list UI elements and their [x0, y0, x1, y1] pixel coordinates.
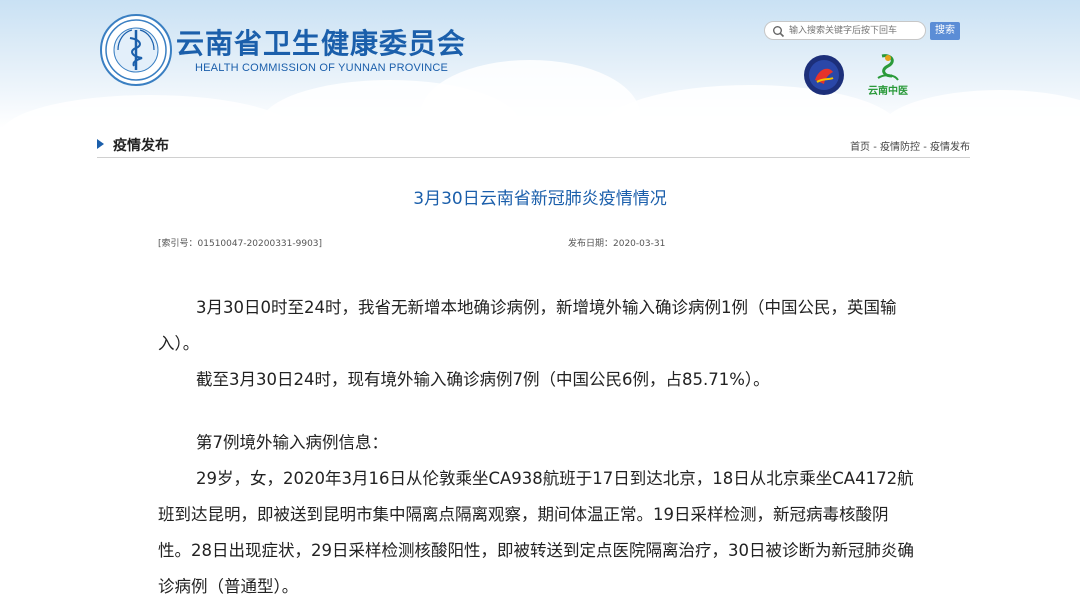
breadcrumb-separator: - [920, 142, 930, 153]
search-box [764, 21, 926, 40]
site-header: 云南省卫生健康委员会 HEALTH COMMISSION OF YUNNAN P… [0, 0, 1080, 128]
paragraph: 29岁，女，2020年3月16日从伦敦乘坐CA938航班于17日到达北京，18日… [158, 469, 914, 596]
site-subtitle: HEALTH COMMISSION OF YUNNAN PROVINCE [195, 62, 449, 74]
triangle-right-icon [97, 139, 104, 149]
article-title: 3月30日云南省新冠肺炎疫情情况 [413, 189, 667, 209]
paragraph: 第7例境外输入病例信息： [196, 433, 388, 452]
yunnan-tcm-logo-text: 云南中医 [868, 86, 908, 97]
breadcrumb-separator: - [870, 142, 881, 153]
paragraph: 3月30日0时至24时，我省无新增本地确诊病例，新增境外输入确诊病例1例（中国公… [158, 298, 897, 353]
publish-date: 发布日期：2020-03-31 [568, 239, 666, 249]
breadcrumb: 首页 - 疫情防控 - 疫情发布 [850, 138, 970, 153]
paragraph: 截至3月30日24时，现有境外输入确诊病例7例（中国公民6例，占85.71%）。 [196, 370, 770, 389]
health-commission-emblem-icon [100, 14, 172, 86]
section-bar: 疫情发布 首页 - 疫情防控 - 疫情发布 [97, 130, 970, 158]
partner-logo-icon[interactable] [803, 54, 845, 96]
breadcrumb-epidemic-release[interactable]: 疫情发布 [930, 142, 970, 153]
search-icon [773, 26, 785, 38]
index-number: [索引号：01510047-20200331-9903] [158, 239, 323, 249]
article-body-case: 第7例境外输入病例信息： 29岁，女，2020年3月16日从伦敦乘坐CA938航… [158, 425, 918, 605]
search-input[interactable] [789, 24, 923, 38]
search-button[interactable]: 搜索 [930, 22, 960, 40]
breadcrumb-home[interactable]: 首页 [850, 142, 870, 153]
site-title: 云南省卫生健康委员会 [176, 27, 467, 60]
article-body: 3月30日0时至24时，我省无新增本地确诊病例，新增境外输入确诊病例1例（中国公… [158, 290, 918, 398]
section-title: 疫情发布 [113, 138, 169, 154]
breadcrumb-epidemic-prevention[interactable]: 疫情防控 [880, 142, 920, 153]
